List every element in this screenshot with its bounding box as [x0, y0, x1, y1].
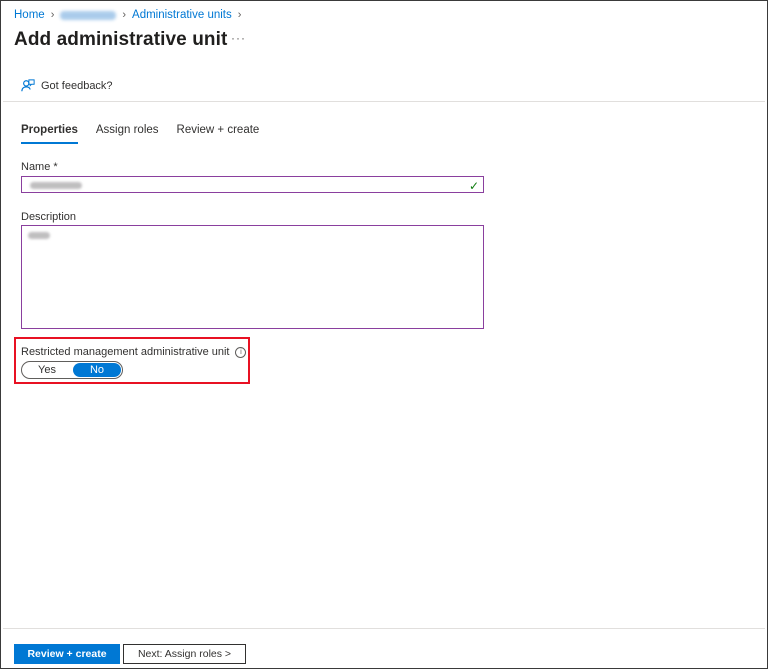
page-title: Add administrative unit [14, 29, 228, 50]
feedback-person-icon [21, 79, 35, 92]
breadcrumb-administrative-units[interactable]: Administrative units [132, 9, 232, 21]
app-frame: Home › › Administrative units › Add admi… [0, 0, 768, 669]
feedback-link[interactable]: Got feedback? [21, 79, 113, 93]
review-create-button[interactable]: Review + create [14, 644, 120, 664]
footer-divider [3, 628, 765, 629]
name-value-redacted [30, 182, 82, 189]
next-assign-roles-button[interactable]: Next: Assign roles > [123, 644, 246, 664]
wizard-tabs: Properties Assign roles Review + create [21, 124, 259, 144]
restricted-management-label: Restricted management administrative uni… [21, 346, 247, 358]
chevron-right-icon: › [122, 9, 127, 21]
tab-properties[interactable]: Properties [21, 124, 78, 144]
more-options-button[interactable]: ··· [231, 31, 246, 45]
description-value-redacted [28, 232, 50, 239]
tab-assign-roles[interactable]: Assign roles [96, 124, 159, 144]
breadcrumb: Home › › Administrative units › [14, 9, 243, 21]
restricted-management-toggle[interactable]: Yes No [21, 361, 123, 379]
name-input[interactable]: ✓ [21, 176, 484, 193]
breadcrumb-home[interactable]: Home [14, 9, 45, 21]
name-label: Name * [21, 161, 58, 173]
chevron-right-icon: › [237, 9, 242, 21]
checkmark-icon: ✓ [468, 179, 479, 193]
restricted-management-text: Restricted management administrative uni… [21, 346, 230, 358]
feedback-label: Got feedback? [41, 80, 113, 92]
toggle-yes-option[interactable]: Yes [23, 363, 71, 377]
toggle-no-option[interactable]: No [73, 363, 121, 377]
header-divider [3, 101, 765, 102]
tab-review-create[interactable]: Review + create [177, 124, 260, 144]
description-textarea[interactable] [21, 225, 484, 329]
info-icon[interactable]: i [235, 346, 247, 358]
breadcrumb-tenant-redacted[interactable] [60, 10, 117, 20]
chevron-right-icon: › [50, 9, 55, 21]
description-label: Description [21, 211, 77, 223]
